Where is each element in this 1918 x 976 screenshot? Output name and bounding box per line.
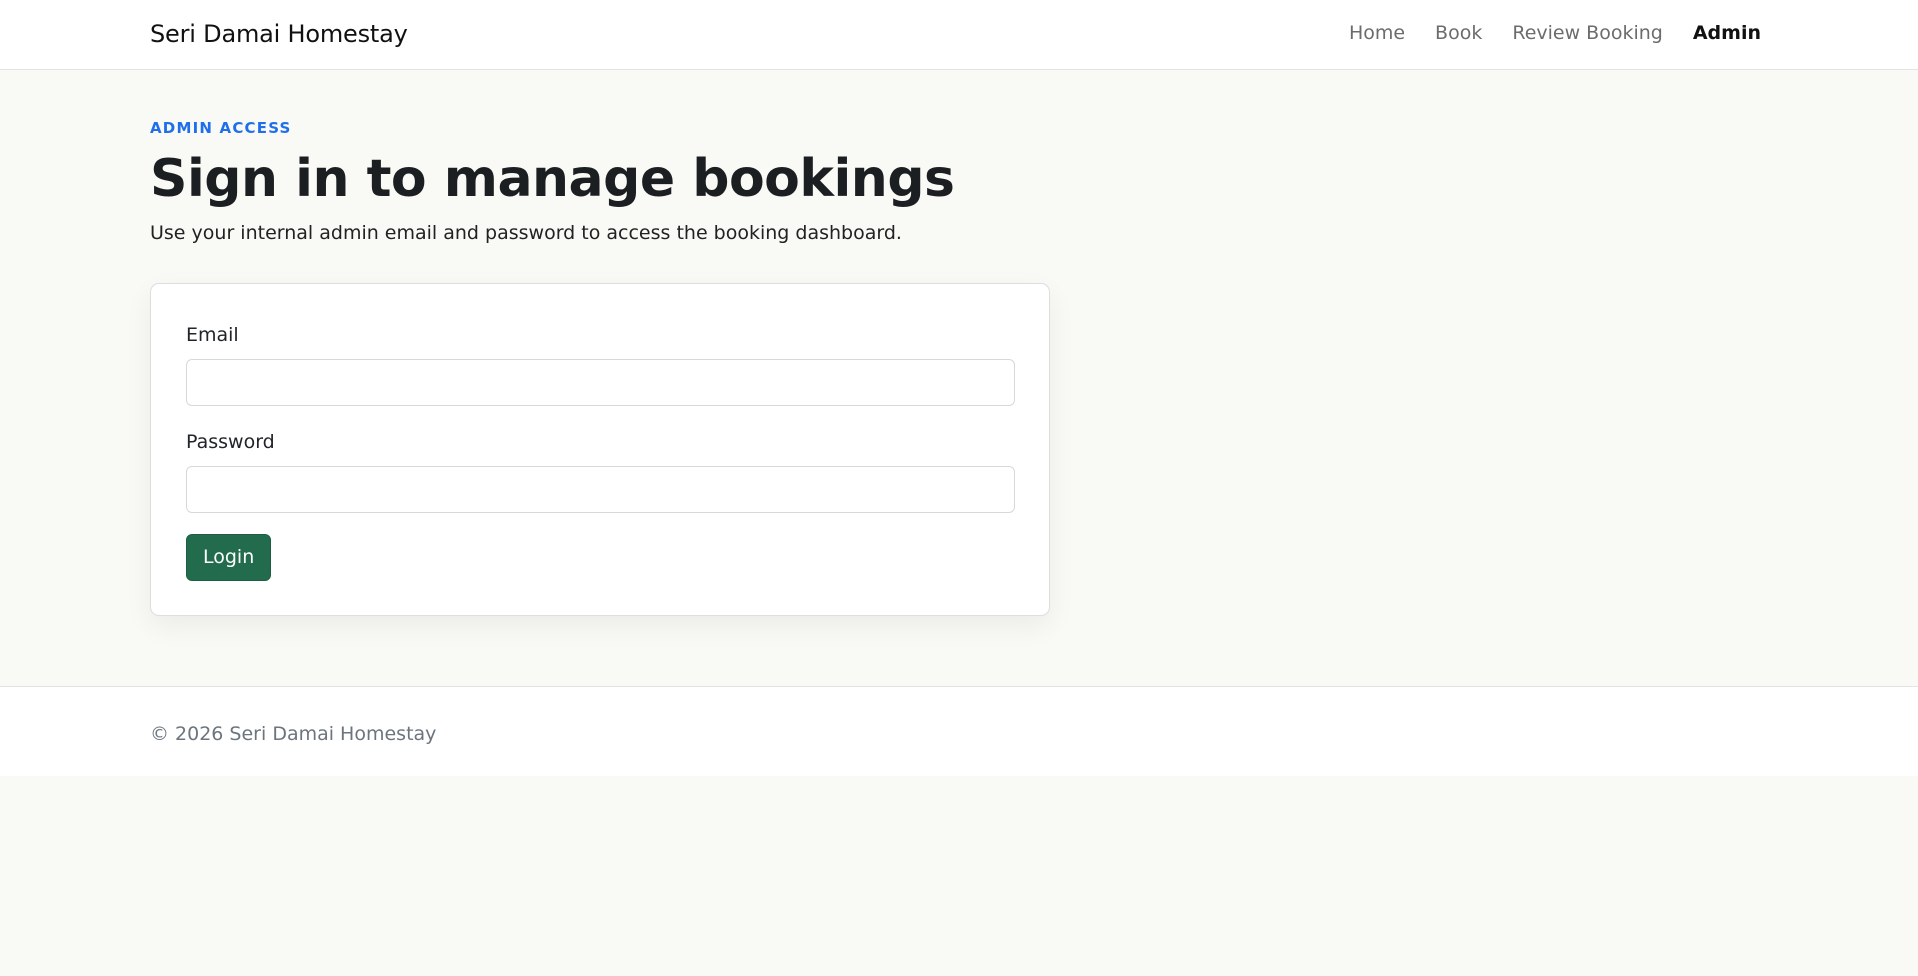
brand-logo-text[interactable]: Seri Damai Homestay: [150, 20, 408, 48]
password-label: Password: [186, 431, 275, 453]
main-nav: Home Book Review Booking Admin: [1349, 22, 1761, 44]
site-footer: © 2026 Seri Damai Homestay: [0, 686, 1918, 776]
email-field[interactable]: [186, 359, 1015, 406]
login-button[interactable]: Login: [186, 534, 272, 581]
page-title: Sign in to manage bookings: [150, 149, 955, 209]
nav-link-home[interactable]: Home: [1349, 22, 1405, 44]
login-form-card: Email Password Login: [150, 283, 1050, 616]
nav-link-book[interactable]: Book: [1435, 22, 1482, 44]
password-field[interactable]: [186, 466, 1015, 513]
page-subtitle: Use your internal admin email and passwo…: [150, 222, 902, 244]
footer-copyright: © 2026 Seri Damai Homestay: [150, 723, 437, 745]
nav-link-admin[interactable]: Admin: [1693, 22, 1761, 44]
email-label: Email: [186, 324, 239, 346]
section-eyebrow: ADMIN ACCESS: [150, 119, 292, 137]
nav-link-review-booking[interactable]: Review Booking: [1512, 22, 1663, 44]
top-navbar: Seri Damai Homestay Home Book Review Boo…: [0, 0, 1918, 70]
